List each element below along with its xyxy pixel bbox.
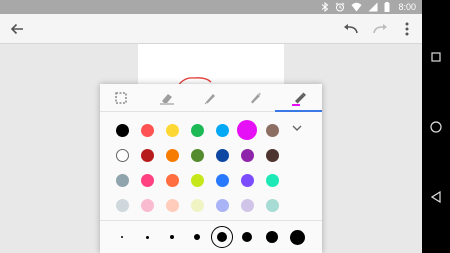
highlighter-tool-icon — [292, 92, 306, 106]
undo-button[interactable] — [340, 18, 362, 40]
expand-colors-button[interactable] — [291, 122, 303, 134]
marker-tool-icon — [251, 92, 261, 104]
redo-icon — [373, 24, 387, 34]
recents-icon — [431, 52, 441, 62]
back-nav-button[interactable] — [426, 187, 446, 207]
color-swatch[interactable] — [115, 148, 129, 162]
screen: 8:00 — [0, 0, 422, 253]
pen-tool-icon — [204, 94, 215, 105]
tool-select[interactable] — [106, 84, 136, 112]
color-swatch[interactable] — [115, 123, 129, 137]
color-swatch[interactable] — [190, 148, 204, 162]
stroke-size-option[interactable] — [242, 232, 252, 242]
recents-button[interactable] — [426, 47, 446, 67]
undo-icon — [344, 24, 358, 34]
color-swatch[interactable] — [140, 123, 154, 137]
pen-palette — [100, 84, 322, 253]
status-time: 8:00 — [398, 2, 416, 12]
navigation-bar — [422, 0, 450, 253]
selected-tool-indicator — [275, 110, 322, 112]
color-swatch[interactable] — [190, 173, 204, 187]
home-button[interactable] — [426, 117, 446, 137]
color-swatch[interactable] — [165, 173, 179, 187]
tool-pen[interactable] — [195, 84, 225, 112]
stroke-size-row — [100, 220, 322, 253]
stroke-size-option[interactable] — [217, 232, 227, 242]
color-swatch-selected[interactable] — [237, 120, 257, 140]
color-swatch[interactable] — [165, 123, 179, 137]
tool-marker[interactable] — [240, 84, 270, 112]
color-swatch[interactable] — [240, 173, 254, 187]
back-icon — [431, 191, 441, 203]
color-swatch[interactable] — [265, 198, 279, 212]
stroke-size-option[interactable] — [266, 231, 278, 243]
color-swatch[interactable] — [190, 198, 204, 212]
color-swatch[interactable] — [140, 198, 154, 212]
color-swatch[interactable] — [140, 148, 154, 162]
alarm-icon — [336, 2, 345, 12]
status-icons: 8:00 — [321, 0, 416, 14]
color-swatch[interactable] — [165, 198, 179, 212]
eraser-tool-icon — [160, 94, 174, 105]
battery-icon — [384, 2, 390, 12]
color-swatch[interactable] — [215, 148, 229, 162]
color-swatch[interactable] — [115, 198, 129, 212]
color-swatch[interactable] — [215, 123, 229, 137]
stroke-size-option[interactable] — [194, 234, 200, 240]
bluetooth-icon — [322, 2, 329, 12]
color-swatch[interactable] — [140, 173, 154, 187]
stroke-size-option[interactable] — [170, 235, 174, 239]
color-swatch[interactable] — [215, 173, 229, 187]
more-options-button[interactable] — [396, 18, 418, 40]
signal-icon — [368, 2, 378, 12]
redo-button[interactable] — [369, 18, 391, 40]
chevron-down-icon — [292, 125, 302, 131]
color-swatch[interactable] — [215, 198, 229, 212]
color-swatch[interactable] — [240, 198, 254, 212]
color-swatch[interactable] — [265, 173, 279, 187]
color-swatch[interactable] — [190, 123, 204, 137]
select-tool-icon — [115, 92, 127, 104]
color-swatch[interactable] — [115, 173, 129, 187]
home-icon — [430, 121, 442, 133]
status-bar: 8:00 — [0, 0, 422, 14]
back-button[interactable] — [6, 18, 28, 40]
color-swatch[interactable] — [265, 148, 279, 162]
more-vert-icon — [405, 22, 409, 36]
app-bar — [0, 14, 422, 44]
color-swatch[interactable] — [265, 123, 279, 137]
stroke-size-option[interactable] — [289, 229, 305, 245]
tool-row — [100, 84, 322, 112]
wifi-icon — [351, 2, 362, 12]
color-swatch[interactable] — [240, 148, 254, 162]
color-swatch[interactable] — [165, 148, 179, 162]
back-arrow-icon — [10, 23, 23, 35]
stroke-size-option[interactable] — [145, 235, 149, 239]
tool-highlighter[interactable] — [284, 84, 314, 112]
tool-eraser[interactable] — [152, 84, 182, 112]
stroke-size-option[interactable] — [121, 236, 123, 238]
